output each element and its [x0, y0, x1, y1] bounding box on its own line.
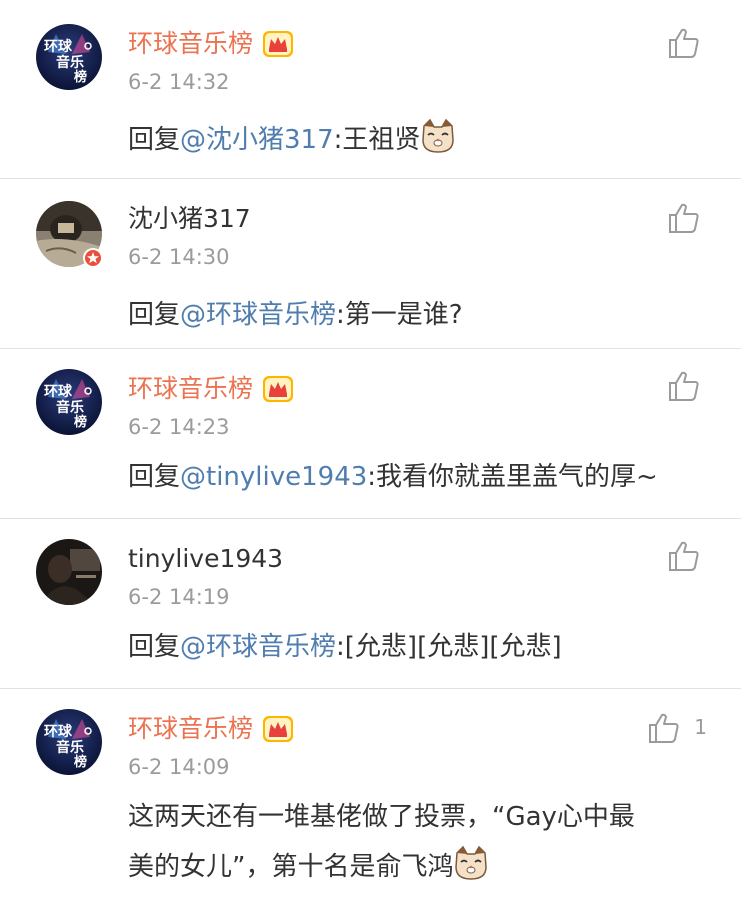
comment-body-line: 美的女儿”，第十名是俞飞鸿 — [128, 852, 454, 882]
cat-face-emoji-icon — [455, 845, 488, 880]
svg-text:音乐: 音乐 — [56, 399, 84, 416]
comment-text: 回复@tinylive1943:我看你就盖里盖气的厚~ — [128, 455, 698, 499]
avatar[interactable]: 环球 音乐 榜 — [36, 369, 102, 435]
avatar[interactable]: 环球 音乐 榜 — [36, 24, 102, 90]
comment-text: 回复@环球音乐榜:[允悲][允悲][允悲] — [128, 625, 698, 669]
reply-prefix: 回复 — [128, 462, 181, 492]
timestamp: 6-2 14:23 — [128, 415, 230, 439]
vip-crown-icon — [263, 716, 294, 742]
reply-prefix: 回复 — [128, 632, 181, 662]
thumbs-up-icon[interactable] — [667, 201, 701, 235]
thumbs-up-icon[interactable] — [667, 26, 701, 60]
comment-body: :第一是谁? — [336, 300, 463, 330]
comment-text: 回复@环球音乐榜:第一是谁? — [128, 293, 698, 337]
mention-link[interactable]: @tinylive1943 — [180, 462, 367, 492]
username[interactable]: 环球音乐榜 — [128, 371, 253, 407]
thumbs-up-icon[interactable] — [667, 369, 701, 403]
comment-body: :[允悲][允悲][允悲] — [336, 632, 562, 662]
comment-body-line-with-emoji: 美的女儿”，第十名是俞飞鸿 — [128, 845, 698, 889]
svg-text:榜: 榜 — [74, 754, 87, 770]
like-count: 1 — [694, 715, 707, 739]
comment-text: 这两天还有一堆基佬做了投票，“Gay心中最 美的女儿”，第十名是俞飞鸿 — [128, 795, 698, 889]
timestamp: 6-2 14:30 — [128, 245, 230, 269]
svg-text:音乐: 音乐 — [56, 739, 84, 756]
svg-text:榜: 榜 — [74, 414, 87, 430]
comment-item: tinylive1943 6-2 14:19 回复@环球音乐榜:[允悲][允悲]… — [0, 518, 741, 688]
music-chart-logo-icon: 环球 音乐 榜 — [36, 709, 102, 775]
timestamp: 6-2 14:32 — [128, 70, 230, 94]
vip-crown-icon — [263, 31, 294, 57]
reply-prefix: 回复 — [128, 125, 181, 155]
mention-link[interactable]: @环球音乐榜 — [180, 632, 336, 662]
avatar[interactable]: 环球 音乐 榜 — [36, 709, 102, 775]
timestamp: 6-2 14:19 — [128, 585, 230, 609]
svg-text:环球: 环球 — [44, 723, 73, 740]
comment-list: 环球 音乐 榜 环球音乐榜 6-2 14:32 回复@沈小猪317:王祖贤 沈小… — [0, 0, 741, 900]
user-photo-icon — [36, 539, 102, 605]
username[interactable]: 沈小猪317 — [128, 201, 251, 237]
mention-link[interactable]: @沈小猪317 — [180, 125, 334, 155]
timestamp: 6-2 14:09 — [128, 755, 230, 779]
music-chart-logo-icon: 环球 音乐 榜 — [36, 24, 102, 90]
comment-item: 环球 音乐 榜 环球音乐榜 6-2 14:09 这两天还有一堆基佬做了投票，“G… — [0, 688, 741, 900]
username[interactable]: tinylive1943 — [128, 541, 283, 577]
comment-item: 沈小猪317 6-2 14:30 回复@环球音乐榜:第一是谁? — [0, 178, 741, 348]
comment-item: 环球 音乐 榜 环球音乐榜 6-2 14:32 回复@沈小猪317:王祖贤 — [0, 0, 741, 178]
reply-prefix: 回复 — [128, 300, 181, 330]
comment-body-line: 这两天还有一堆基佬做了投票，“Gay心中最 — [128, 802, 635, 832]
svg-text:环球: 环球 — [44, 38, 73, 55]
username[interactable]: 环球音乐榜 — [128, 711, 253, 747]
thumbs-up-icon[interactable] — [667, 539, 701, 573]
svg-text:音乐: 音乐 — [56, 54, 84, 71]
avatar[interactable] — [36, 201, 103, 268]
username[interactable]: 环球音乐榜 — [128, 26, 253, 62]
mention-link[interactable]: @环球音乐榜 — [180, 300, 336, 330]
music-chart-logo-icon: 环球 音乐 榜 — [36, 369, 102, 435]
verified-badge-icon — [83, 248, 103, 268]
cat-face-emoji-icon — [422, 118, 455, 153]
svg-text:榜: 榜 — [74, 69, 87, 85]
comment-text: 回复@沈小猪317:王祖贤 — [128, 118, 698, 162]
comment-item: 环球 音乐 榜 环球音乐榜 6-2 14:23 回复@tinylive1943:… — [0, 348, 741, 518]
thumbs-up-icon[interactable] — [647, 711, 681, 745]
vip-crown-icon — [263, 376, 294, 402]
comment-body: :王祖贤 — [333, 125, 421, 155]
avatar[interactable] — [36, 539, 102, 605]
comment-body: :我看你就盖里盖气的厚~ — [367, 462, 658, 492]
svg-text:环球: 环球 — [44, 383, 73, 400]
